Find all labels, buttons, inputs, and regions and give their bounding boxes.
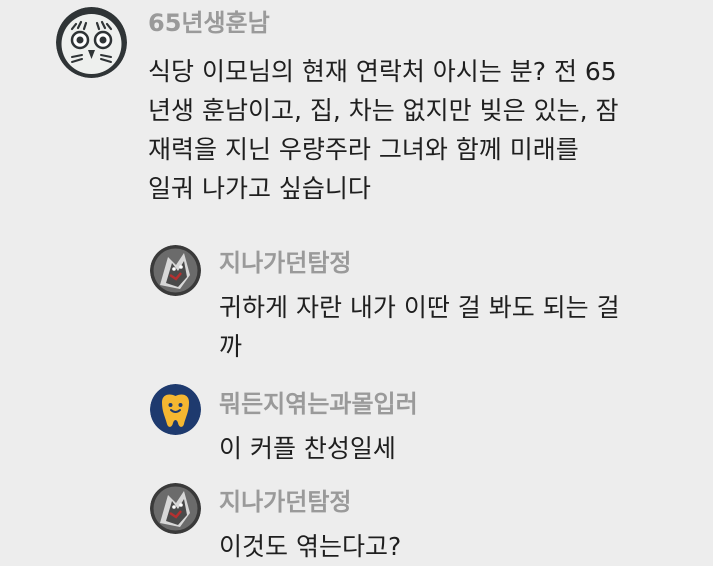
owl-face-icon [56,7,127,78]
tooth-face-icon [150,384,201,435]
reply-text-line: 귀하게 자란 내가 이딴 걸 봐도 되는 걸 [219,293,620,322]
reply-text-line: 이것도 엮는다고? [219,532,402,561]
dark-character-icon [150,483,201,534]
comment-text: 식당 이모님의 현재 연락처 아시는 분? 전 65 년생 훈남이고, 집, 차… [148,52,618,208]
user-avatar[interactable] [150,245,201,296]
user-avatar[interactable] [56,7,127,78]
reply-text: 귀하게 자란 내가 이딴 걸 봐도 되는 걸 까 [219,288,620,366]
reply-text-line: 까 [219,332,243,361]
comment-text-line: 일궈 나가고 싶습니다 [148,174,371,203]
comment-text-line: 년생 훈남이고, 집, 차는 없지만 빚은 있는, 잠 [148,96,619,125]
comment-text-line: 재력을 지닌 우량주라 그녀와 함께 미래를 [148,135,579,164]
reply-text: 이것도 엮는다고? [219,527,401,566]
reply-username[interactable]: 지나가던탐정 [219,251,351,275]
dark-character-icon [150,245,201,296]
reply-username[interactable]: 지나가던탐정 [219,490,351,514]
user-avatar[interactable] [150,384,201,435]
reply-username[interactable]: 뭐든지엮는과몰입러 [219,392,418,416]
reply-text: 이 커플 찬성일세 [219,429,396,468]
user-avatar[interactable] [150,483,201,534]
comment-text-line: 식당 이모님의 현재 연락처 아시는 분? 전 65 [148,57,617,86]
reply-text-line: 이 커플 찬성일세 [219,434,396,463]
comment-username[interactable]: 65년생훈남 [148,11,270,35]
